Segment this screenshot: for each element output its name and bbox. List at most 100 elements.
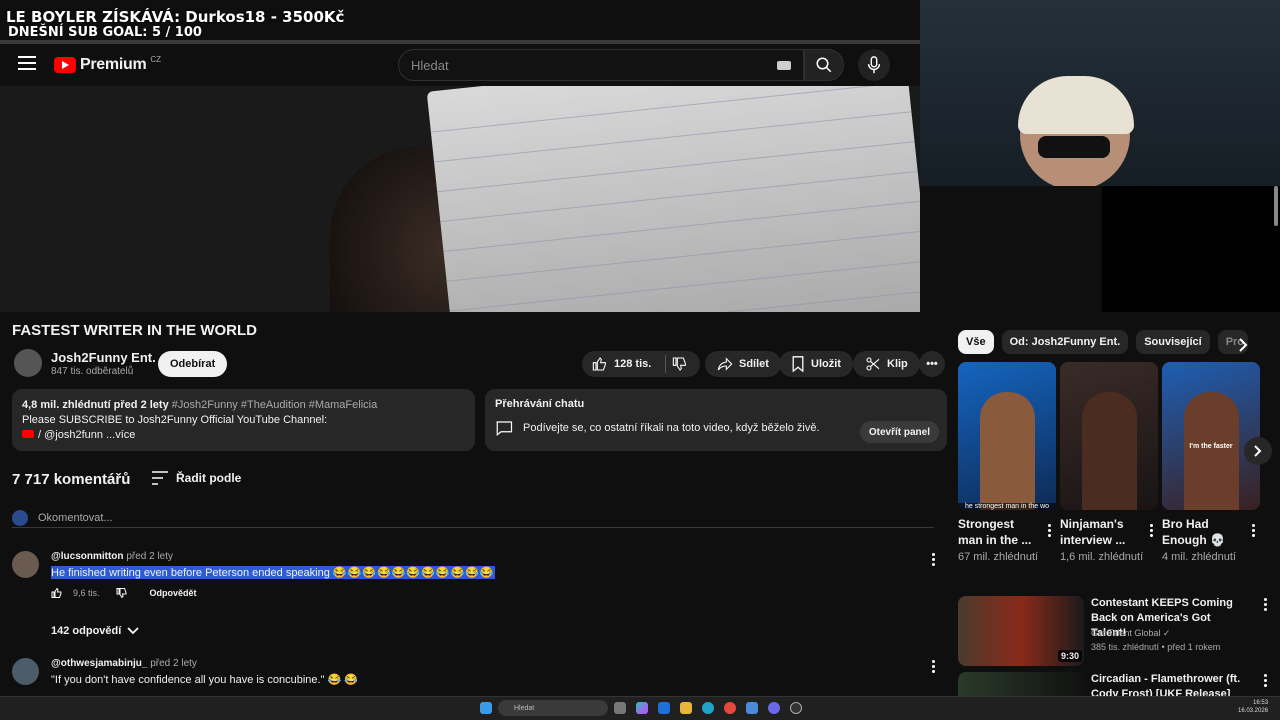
store-icon[interactable] [658, 702, 670, 714]
channel-name[interactable]: Josh2Funny Ent. [51, 350, 156, 365]
view-replies-button[interactable]: 142 odpovědí [51, 625, 139, 637]
sort-comments-button[interactable]: Řadit podle [152, 471, 241, 485]
open-chat-panel-button[interactable]: Otevřít panel [859, 421, 939, 443]
comment-author[interactable]: @lucsonmitton [51, 551, 124, 562]
obs-icon[interactable] [790, 702, 802, 714]
page-scrollbar[interactable] [1274, 186, 1278, 226]
comment-time[interactable]: před 2 lety [126, 551, 173, 562]
bookmark-icon [792, 356, 804, 372]
chat-replay-heading: Přehrávání chatu [495, 398, 585, 410]
search-input[interactable] [411, 57, 751, 73]
search-box[interactable] [398, 49, 804, 81]
chip-from-channel[interactable]: Od: Josh2Funny Ent. [1001, 330, 1129, 354]
taskbar-clock[interactable]: 16:53 16.03.2026 [1238, 699, 1268, 715]
short-card[interactable]: I'm the faster Bro Had Enough 💀 4 mil. z… [1162, 362, 1260, 565]
share-button[interactable]: Sdílet [705, 351, 781, 377]
comment-menu-icon[interactable] [932, 660, 936, 675]
voice-search-button[interactable] [858, 49, 890, 81]
add-comment-placeholder[interactable]: Okomentovat... [38, 512, 113, 524]
share-label: Sdílet [739, 358, 769, 370]
related-meta: 385 tis. zhlédnutí • před 1 rokem [1091, 642, 1221, 652]
like-count[interactable]: 128 tis. [614, 358, 651, 370]
filter-chips: Vše Od: Josh2Funny Ent. Související Pro [958, 330, 1248, 354]
thumbs-down-icon[interactable] [672, 356, 688, 372]
replies-count: 142 odpovědí [51, 625, 122, 637]
related-menu-icon[interactable] [1264, 674, 1268, 689]
hashtags[interactable]: #Josh2Funny #TheAudition #MamaFelicia [172, 399, 377, 411]
related-menu-icon[interactable] [1264, 598, 1268, 613]
user-avatar [12, 509, 28, 526]
thumbs-up-icon[interactable] [592, 356, 608, 372]
streamer-glasses [1038, 136, 1110, 158]
save-button[interactable]: Uložit [779, 351, 853, 377]
youtube-play-icon [54, 57, 76, 73]
discord-icon[interactable] [768, 702, 780, 714]
short-title[interactable]: Strongest man in the ... [958, 516, 1038, 548]
thumbs-down-icon[interactable] [116, 587, 128, 599]
commenter-avatar[interactable] [12, 551, 39, 578]
description-line-2[interactable]: / @josh2funn ...více [38, 429, 135, 441]
channel-avatar[interactable] [14, 349, 42, 377]
more-actions-icon[interactable]: ••• [919, 351, 945, 377]
related-video[interactable]: Circadian - Flamethrower (ft. Cody Frost… [958, 672, 1274, 696]
reply-button[interactable]: Odpovědět [150, 588, 197, 598]
chrome-icon[interactable] [724, 702, 736, 714]
comment-author[interactable]: @othwesjamabinju_ [51, 658, 147, 669]
subscriber-count: 847 tis. odběratelů [51, 366, 134, 377]
youtube-mini-icon [22, 430, 34, 438]
streamer-cap [1018, 76, 1134, 134]
app-icon[interactable] [746, 702, 758, 714]
add-comment-field[interactable]: Okomentovat... [12, 508, 934, 528]
keyboard-icon[interactable] [777, 60, 791, 70]
stream-overlay-sub-goal: DNEŠNÍ SUB GOAL: 5 / 100 [8, 25, 202, 40]
short-title[interactable]: Ninjaman's interview ... [1060, 516, 1140, 548]
stream-overlay-donation: LE BOYLER ZÍSKÁVÁ: Durkos18 - 3500Kč [6, 8, 345, 26]
short-menu-icon[interactable] [1150, 524, 1154, 539]
short-card[interactable]: he strongest man in the wo Strongest man… [958, 362, 1056, 565]
short-menu-icon[interactable] [1252, 524, 1256, 539]
short-menu-icon[interactable] [1048, 524, 1052, 539]
clock-time: 16:53 [1253, 700, 1269, 706]
chat-icon [496, 421, 513, 436]
webcam-black-panel [1102, 186, 1280, 312]
related-channel[interactable]: Got Talent Global ✓ [1091, 628, 1170, 639]
taskbar-search[interactable]: Hledat [498, 700, 608, 716]
short-title[interactable]: Bro Had Enough 💀 [1162, 516, 1242, 548]
search-icon [816, 57, 832, 73]
task-view-icon[interactable] [614, 702, 626, 714]
short-thumbnail[interactable]: he strongest man in the wo [958, 362, 1056, 510]
related-thumbnail[interactable] [958, 672, 1084, 696]
comment: @lucsonmitton před 2 lety He finished wr… [12, 551, 942, 621]
comment-time[interactable]: před 2 lety [150, 658, 197, 669]
related-title[interactable]: Circadian - Flamethrower (ft. Cody Frost… [1091, 672, 1246, 696]
clip-label: Klip [887, 358, 908, 370]
edge-icon[interactable] [702, 702, 714, 714]
short-card[interactable]: Ninjaman's interview ... 1,6 mil. zhlédn… [1060, 362, 1158, 565]
comment-menu-icon[interactable] [932, 553, 936, 568]
search-button[interactable] [804, 49, 844, 81]
thumbs-up-icon[interactable] [51, 587, 63, 599]
chat-replay-box: Přehrávání chatu Podívejte se, co ostatn… [485, 389, 947, 451]
video-title: FASTEST WRITER IN THE WORLD [12, 322, 257, 339]
related-video[interactable]: 9:30 Contestant KEEPS Coming Back on Ame… [958, 596, 1274, 666]
chip-all[interactable]: Vše [958, 330, 994, 354]
like-dislike-group: 128 tis. [582, 351, 700, 377]
commenter-avatar[interactable] [12, 658, 39, 685]
short-views: 1,6 mil. zhlédnutí [1060, 551, 1144, 563]
chevron-right-icon [1254, 445, 1262, 457]
hamburger-menu-icon[interactable] [18, 56, 36, 72]
youtube-logo[interactable]: Premium CZ [54, 55, 161, 74]
short-thumbnail[interactable]: I'm the faster [1162, 362, 1260, 510]
subscribe-button[interactable]: Odebírat [158, 351, 228, 377]
video-frame-paper [426, 86, 920, 312]
windows-start-icon[interactable] [480, 702, 492, 714]
description-box[interactable]: 4,8 mil. zhlédnutí před 2 lety #Josh2Fun… [12, 389, 475, 451]
video-player[interactable] [0, 86, 920, 312]
clip-button[interactable]: Klip [853, 351, 920, 377]
shorts-next-button[interactable] [1244, 437, 1272, 465]
chevron-right-icon[interactable] [1236, 338, 1250, 352]
copilot-icon[interactable] [636, 702, 648, 714]
chip-related[interactable]: Související [1136, 330, 1210, 354]
explorer-icon[interactable] [680, 702, 692, 714]
short-thumbnail[interactable] [1060, 362, 1158, 510]
